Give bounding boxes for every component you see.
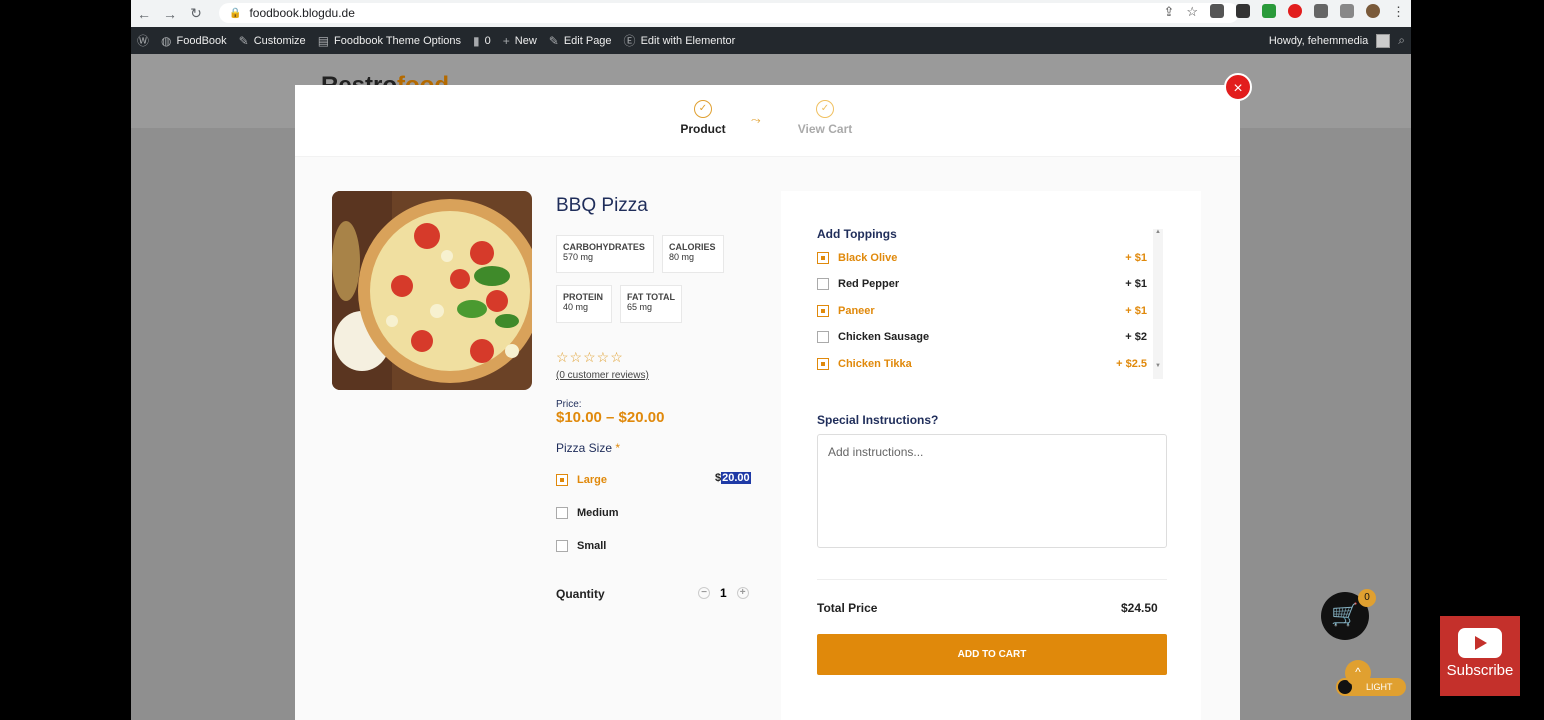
youtube-subscribe-button[interactable]: Subscribe <box>1440 616 1520 696</box>
quantity-label: Quantity <box>556 587 605 601</box>
instructions-textarea[interactable]: Add instructions... <box>817 434 1167 548</box>
browser-toolbar: ← → ↻ 🔒 foodbook.blogdu.de ⇪ ☆ ⋮ <box>131 0 1411 27</box>
close-modal-button[interactable]: × <box>1224 73 1252 101</box>
quantity-value[interactable]: 1 <box>720 586 727 600</box>
adminbar-theme-options[interactable]: ▤ Foodbook Theme Options <box>312 34 467 48</box>
product-image <box>332 191 532 390</box>
elementor-icon: Ⓔ <box>623 34 636 48</box>
brush-icon: ✎ <box>238 33 249 48</box>
size-price: $20.00 <box>715 472 751 484</box>
size-option-medium[interactable]: Medium <box>556 507 619 519</box>
plus-icon: + <box>502 33 510 48</box>
scroll-down-icon[interactable]: ▼ <box>1153 363 1163 369</box>
rating-stars: ☆☆☆☆☆ <box>556 349 624 365</box>
product-title: BBQ Pizza <box>556 195 648 216</box>
topping-paneer[interactable]: Paneer + $1 <box>817 305 1147 317</box>
extensions-puzzle-icon[interactable] <box>1314 4 1328 18</box>
checkbox[interactable] <box>556 474 568 486</box>
adminbar-customize[interactable]: ✎ Customize <box>233 34 312 48</box>
instructions-title: Special Instructions? <box>817 413 939 427</box>
reload-icon[interactable]: ↻ <box>183 5 209 22</box>
quantity-minus-button[interactable]: − <box>698 587 710 599</box>
divider <box>817 579 1167 580</box>
nutrition-fat-total: FAT TOTAL 65 mg <box>620 285 682 323</box>
nutrition-protein: PROTEIN 40 mg <box>556 285 612 323</box>
nutrition-carbohydrates: CARBOHYDRATES 570 mg <box>556 235 654 273</box>
adminbar-comments[interactable]: ▮ 0 <box>467 34 497 48</box>
screen: ← → ↻ 🔒 foodbook.blogdu.de ⇪ ☆ ⋮ Ⓦ ◍ Food… <box>131 0 1411 720</box>
theme-toggle[interactable]: LIGHT <box>1336 678 1406 696</box>
price-range: $10.00 – $20.00 <box>556 409 665 426</box>
youtube-play-icon <box>1458 628 1502 658</box>
wp-admin-bar: Ⓦ ◍ FoodBook ✎ Customize ▤ Foodbook Theme O… <box>131 27 1411 54</box>
adminbar-elementor[interactable]: Ⓔ Edit with Elementor <box>618 32 742 49</box>
step-progress: ✓ Product ⤳ ✓ View Cart <box>295 85 1240 157</box>
reviews-link[interactable]: (0 customer reviews) <box>556 370 649 381</box>
extension-opera-icon[interactable] <box>1288 4 1302 18</box>
options-panel: Add Toppings Black Olive + $1 Red Pepper… <box>781 191 1201 720</box>
topping-black-olive[interactable]: Black Olive + $1 <box>817 252 1147 264</box>
topping-chicken-tikka[interactable]: Chicken Tikka + $2.5 <box>817 358 1147 370</box>
size-option-small[interactable]: Small <box>556 540 606 552</box>
check-icon: ✓ <box>816 100 834 118</box>
topping-red-pepper[interactable]: Red Pepper + $1 <box>817 278 1147 290</box>
search-icon[interactable]: ⌕ <box>1398 33 1405 48</box>
wordpress-logo-icon[interactable]: Ⓦ <box>131 32 155 49</box>
total-price-label: Total Price <box>817 601 878 615</box>
extensions-area: ⇪ ☆ ⋮ <box>1163 4 1405 20</box>
checkbox[interactable] <box>817 278 829 290</box>
checkbox[interactable] <box>556 507 568 519</box>
adminbar-edit-page[interactable]: ✎ Edit Page <box>543 34 618 48</box>
bookmark-star-icon[interactable]: ☆ <box>1186 4 1198 20</box>
checkbox[interactable] <box>817 331 829 343</box>
step-arrow-icon: ⤳ <box>751 113 761 127</box>
folder-icon: ▤ <box>317 33 330 48</box>
profile-avatar[interactable] <box>1366 4 1380 18</box>
user-avatar[interactable] <box>1376 33 1391 48</box>
share-icon[interactable]: ⇪ <box>1163 4 1174 20</box>
comment-icon: ▮ <box>473 33 480 48</box>
lock-icon: 🔒 <box>229 7 242 19</box>
pencil-icon: ✎ <box>548 33 559 48</box>
toppings-scrollbar[interactable]: ▲ ▼ <box>1153 229 1163 379</box>
product-modal: ✓ Product ⤳ ✓ View Cart BBQ Pizza CARBOH… <box>295 85 1240 720</box>
scroll-to-top-button[interactable]: ^ <box>1345 660 1371 686</box>
back-icon[interactable]: ← <box>131 6 157 22</box>
quantity-plus-button[interactable]: + <box>736 587 749 599</box>
check-icon: ✓ <box>694 100 712 118</box>
url-text: foodbook.blogdu.de <box>249 6 355 20</box>
extension-hindi-icon[interactable] <box>1236 4 1250 18</box>
step-product[interactable]: ✓ Product <box>663 100 743 136</box>
address-bar[interactable]: 🔒 foodbook.blogdu.de <box>219 3 1239 23</box>
checkbox[interactable] <box>817 305 829 317</box>
size-option-large[interactable]: Large <box>556 474 607 486</box>
size-label: Pizza Size * <box>556 441 621 455</box>
forward-icon[interactable]: → <box>157 6 183 22</box>
checkbox[interactable] <box>817 252 829 264</box>
checkbox[interactable] <box>817 358 829 370</box>
nutrition-calories: CALORIES 80 mg <box>662 235 724 273</box>
topping-chicken-sausage[interactable]: Chicken Sausage + $2 <box>817 331 1147 343</box>
modal-content: BBQ Pizza CARBOHYDRATES 570 mg CALORIES … <box>295 157 1240 720</box>
extension-pen-icon[interactable] <box>1210 4 1224 18</box>
cart-count-badge: 0 <box>1358 589 1376 607</box>
total-price-value: $24.50 <box>1121 601 1158 615</box>
adminbar-greeting[interactable]: Howdy, fehemmedia <box>1269 35 1368 47</box>
sidebar-icon[interactable] <box>1340 4 1354 18</box>
extension-green-icon[interactable] <box>1262 4 1276 18</box>
checkbox[interactable] <box>556 540 568 552</box>
scroll-up-icon[interactable]: ▲ <box>1153 229 1163 235</box>
quantity-stepper: − 1 + <box>698 586 749 600</box>
add-to-cart-button[interactable]: ADD TO CART <box>817 634 1167 675</box>
adminbar-new[interactable]: + New <box>497 34 543 48</box>
dashboard-icon: ◍ <box>161 33 172 48</box>
menu-kebab-icon[interactable]: ⋮ <box>1392 4 1405 20</box>
toppings-title: Add Toppings <box>817 227 897 241</box>
adminbar-site[interactable]: ◍ FoodBook <box>155 34 233 48</box>
step-view-cart[interactable]: ✓ View Cart <box>785 100 865 136</box>
